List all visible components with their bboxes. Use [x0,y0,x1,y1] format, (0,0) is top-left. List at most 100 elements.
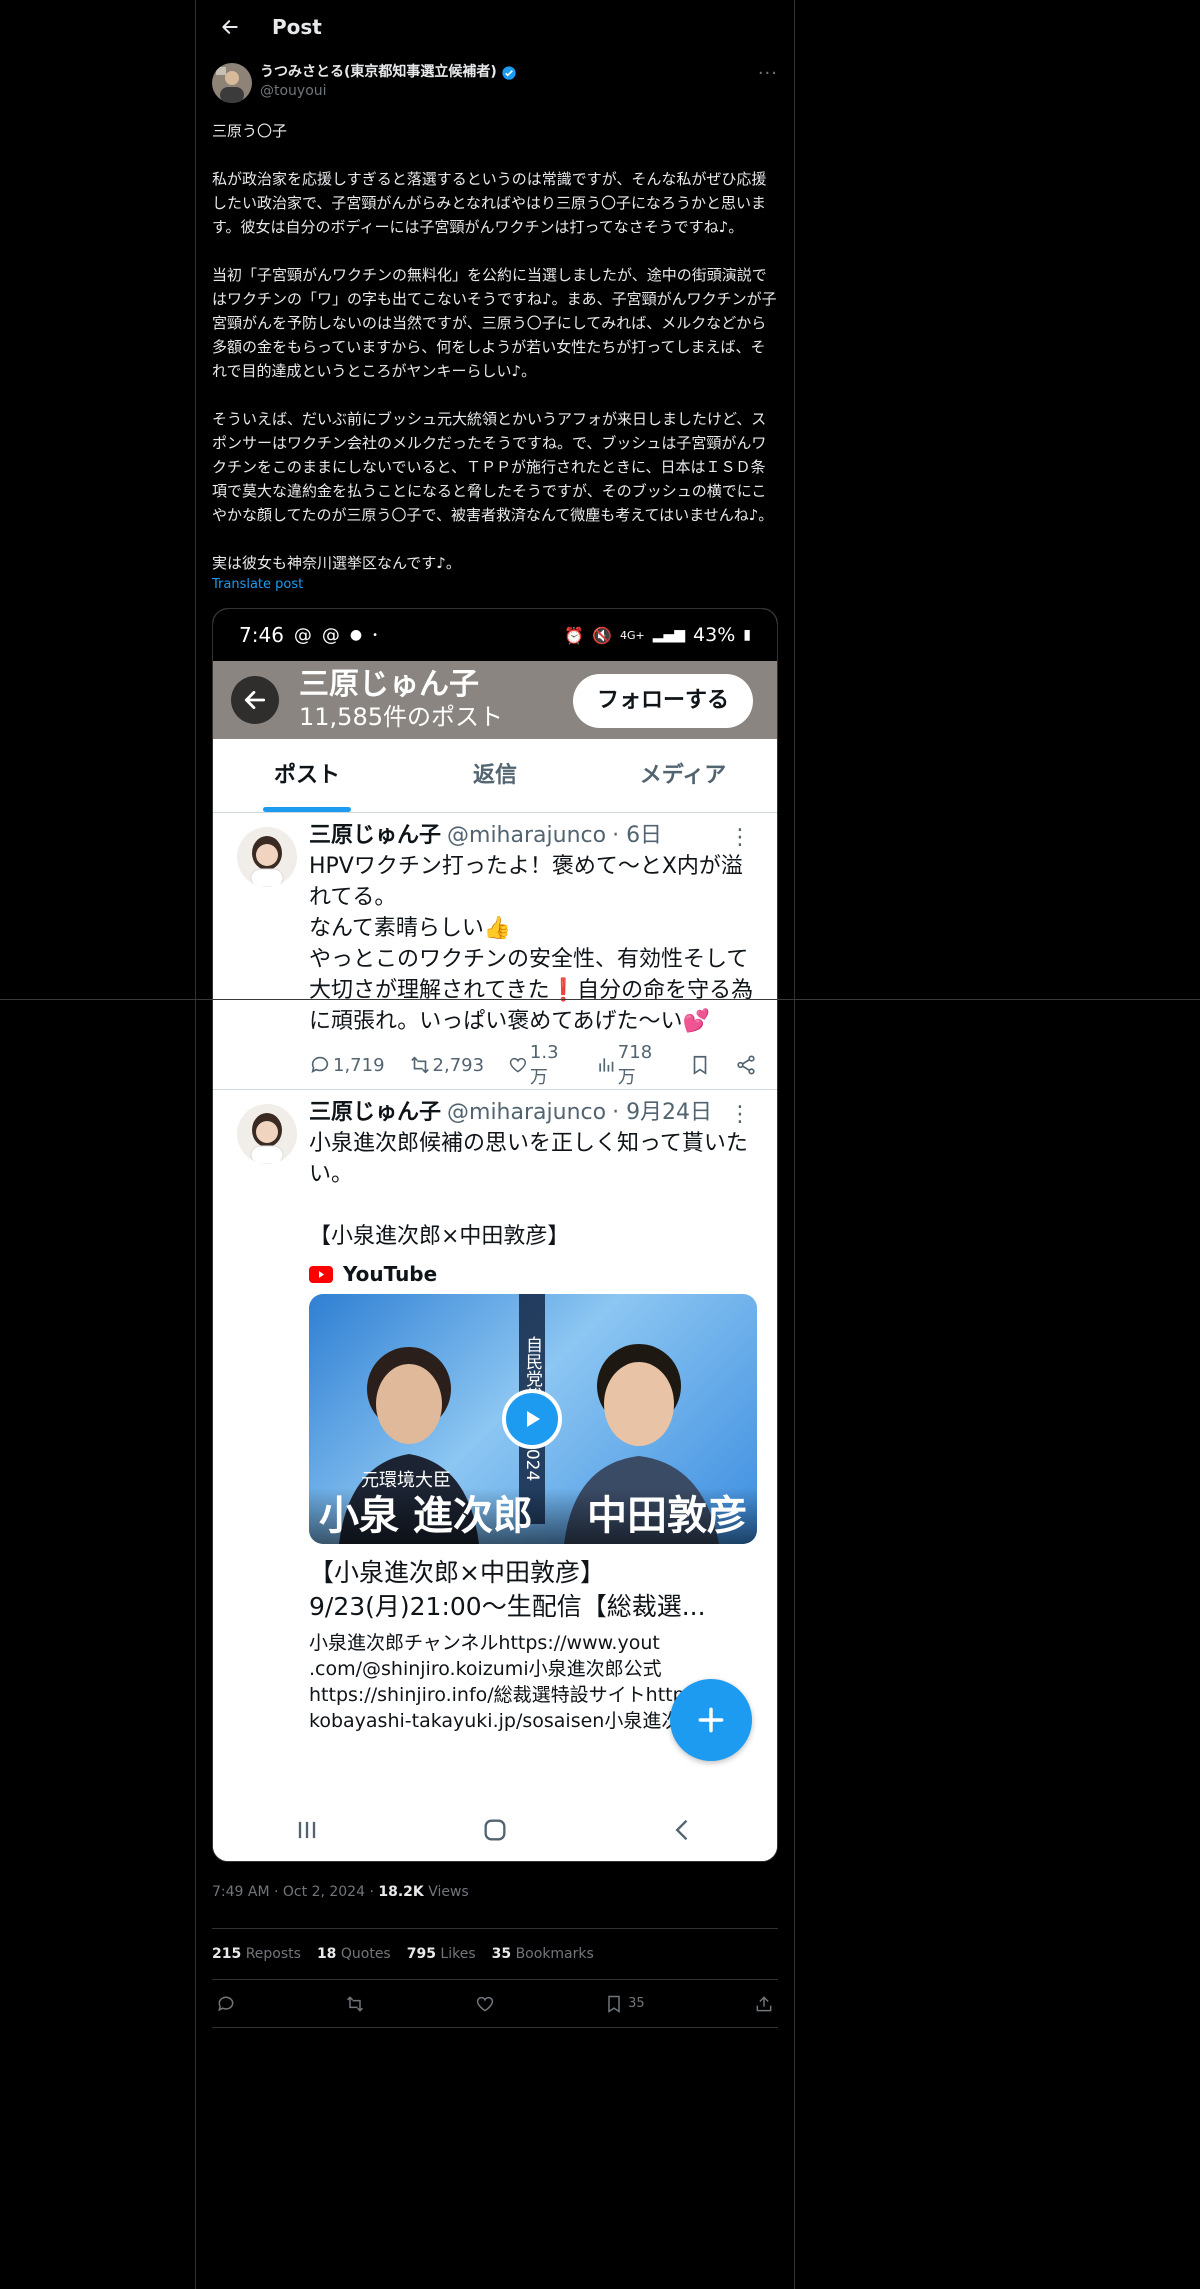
compose-fab[interactable] [670,1679,752,1761]
tweet-author-name[interactable]: 三原じゅん子 [309,1098,441,1128]
threads-icon: @ [321,624,340,646]
share-button[interactable] [735,1054,757,1076]
youtube-label: YouTube [343,1262,438,1286]
post-text: 三原う〇子 私が政治家を応援しすぎると落選するというのは常識ですが、そんな私がぜ… [212,122,777,572]
reply-button[interactable]: 1,719 [309,1054,385,1076]
tweet-text: 小泉進次郎候補の思いを正しく知って貰いたい。 【小泉進次郎×中田敦彦】 [309,1131,748,1249]
views-label: Views [428,1884,469,1900]
top-bar: Post [196,0,794,53]
tweet-time: · 6日 [612,823,663,848]
plus-icon [698,1707,724,1733]
youtube-source: YouTube [309,1262,757,1286]
attached-screenshot[interactable]: 7:46 @ @ ● • ⏰ 🔇 4G+ ▂▄▆ 43% ▮ 三原じゅん子 11… [212,608,778,1862]
youtube-icon [309,1265,333,1283]
post-actions: 35 [212,1980,778,2028]
page-title: Post [272,14,322,39]
more-options-button[interactable]: ··· [748,63,778,111]
bookmark-icon [608,1995,620,2013]
tweet-author-handle[interactable]: @miharajunco [447,821,606,851]
profile-back-button[interactable] [231,676,279,724]
post-column: Post うつみさとる(東京都知事選立候補者) @touyoui ··· 三原う… [195,0,795,2289]
mute-icon: 🔇 [592,625,612,645]
tweet-actions: 1,719 2,793 1.3万 718万 [309,1041,757,1089]
reply-icon [311,1056,329,1073]
phone-status-bar: 7:46 @ @ ● • ⏰ 🔇 4G+ ▂▄▆ 43% ▮ [213,609,777,661]
verified-badge-icon [502,65,516,80]
author-handle[interactable]: @touyoui [260,82,748,101]
author-name[interactable]: うつみさとる(東京都知事選立候補者) [260,63,748,82]
tab-posts[interactable]: ポスト [213,739,401,812]
tweet-time: · 9月24日 [612,1100,713,1125]
tweet-item[interactable]: 三原じゅん子 @miharajunco · 9月24日 小泉進次郎候補の思いを正… [213,1089,777,1734]
tweet-more-button[interactable]: ⋮ [729,825,751,850]
share-button[interactable] [754,1994,774,2014]
thumbnail-name-left: 小泉 進次郎 [319,1493,533,1539]
battery-percent: 43% [693,624,736,646]
reply-button[interactable] [216,1994,236,2014]
reposts-stat[interactable]: 215 Reposts [212,1946,301,1962]
thumbnail-names: 小泉 進次郎 中田敦彦 [309,1488,757,1544]
repost-icon [347,1995,364,2012]
dot-icon: • [372,629,379,641]
thumbnail-name-right: 中田敦彦 [587,1493,747,1539]
heart-icon [476,1996,493,2012]
tweet-more-button[interactable]: ⋮ [729,1102,751,1127]
network-label: 4G+ [619,628,645,642]
like-button[interactable] [475,1994,495,2014]
bookmark-button[interactable]: 35 [604,1994,645,2014]
signal-icon: ▂▄▆ [652,627,686,643]
tweet-item[interactable]: 三原じゅん子 @miharajunco · 6日 HPVワクチン打ったよ！褒めて… [213,813,777,1089]
profile-post-count: 11,585件のポスト [299,703,503,731]
post-meta: 7:49 AM · Oct 2, 2024 · 18.2K Views [212,1884,469,1900]
video-title[interactable]: 【小泉進次郎×中田敦彦】 9/23(月)21:00〜生配信【総裁選... [309,1556,757,1624]
back-button[interactable] [212,9,248,45]
tab-replies[interactable]: 返信 [401,739,589,812]
avatar[interactable] [212,63,252,103]
bookmark-icon [693,1055,707,1075]
bookmarks-stat[interactable]: 35 Bookmarks [492,1946,594,1962]
repost-button[interactable]: 2,793 [409,1054,485,1076]
views-count: 18.2K [378,1884,424,1900]
avatar[interactable] [237,1104,297,1164]
follow-button[interactable]: フォローする [572,674,753,728]
views-count: 718万 [617,1041,653,1088]
tweet-text: HPVワクチン打ったよ！褒めて〜とX内が溢れてる。 なんて素晴らしい👍 やっとこ… [309,854,754,1034]
video-thumbnail[interactable]: 自民党総裁選2024 元環境大臣 小泉 進次郎 中田敦彦 [309,1294,757,1544]
engagement-stats: 215 Reposts 18 Quotes 795 Likes 35 Bookm… [212,1928,778,1980]
threads-icon: @ [293,624,312,646]
share-icon [756,1995,772,2011]
play-icon [527,1411,540,1427]
android-nav-bar [213,1799,777,1861]
share-icon [737,1055,755,1075]
quotes-stat[interactable]: 18 Quotes [317,1946,391,1962]
likes-stat[interactable]: 795 Likes [407,1946,476,1962]
repost-button[interactable] [345,1994,365,2014]
bookmark-count: 35 [628,1996,645,2011]
ellipsis-icon: ··· [757,63,778,84]
back-icon[interactable] [669,1816,697,1844]
bookmark-button[interactable] [689,1054,711,1076]
divider-line [0,999,1200,1000]
repost-count: 2,793 [432,1054,485,1076]
tab-media[interactable]: メディア [589,739,777,812]
play-button[interactable] [502,1389,562,1449]
views-icon [599,1058,614,1072]
home-icon[interactable] [481,1816,509,1844]
arrow-left-icon [222,19,238,34]
reply-icon [218,1996,234,2011]
post-date[interactable]: Oct 2, 2024 [283,1884,365,1900]
translate-post-link[interactable]: Translate post [196,577,794,592]
recent-apps-icon[interactable] [293,1816,321,1844]
status-time: 7:46 [239,623,284,647]
like-button[interactable]: 1.3万 [508,1042,572,1089]
arrow-left-icon [244,691,266,709]
tweet-author-handle[interactable]: @miharajunco [447,1098,606,1128]
avatar[interactable] [237,827,297,887]
tweet-author-name[interactable]: 三原じゅん子 [309,821,441,851]
profile-tabs: ポスト 返信 メディア [213,739,777,813]
repost-icon [410,1056,429,1074]
reply-count: 1,719 [333,1054,385,1076]
post-time[interactable]: 7:49 AM [212,1884,270,1900]
line-icon: ● [349,627,363,643]
views-button[interactable]: 718万 [596,1042,665,1089]
